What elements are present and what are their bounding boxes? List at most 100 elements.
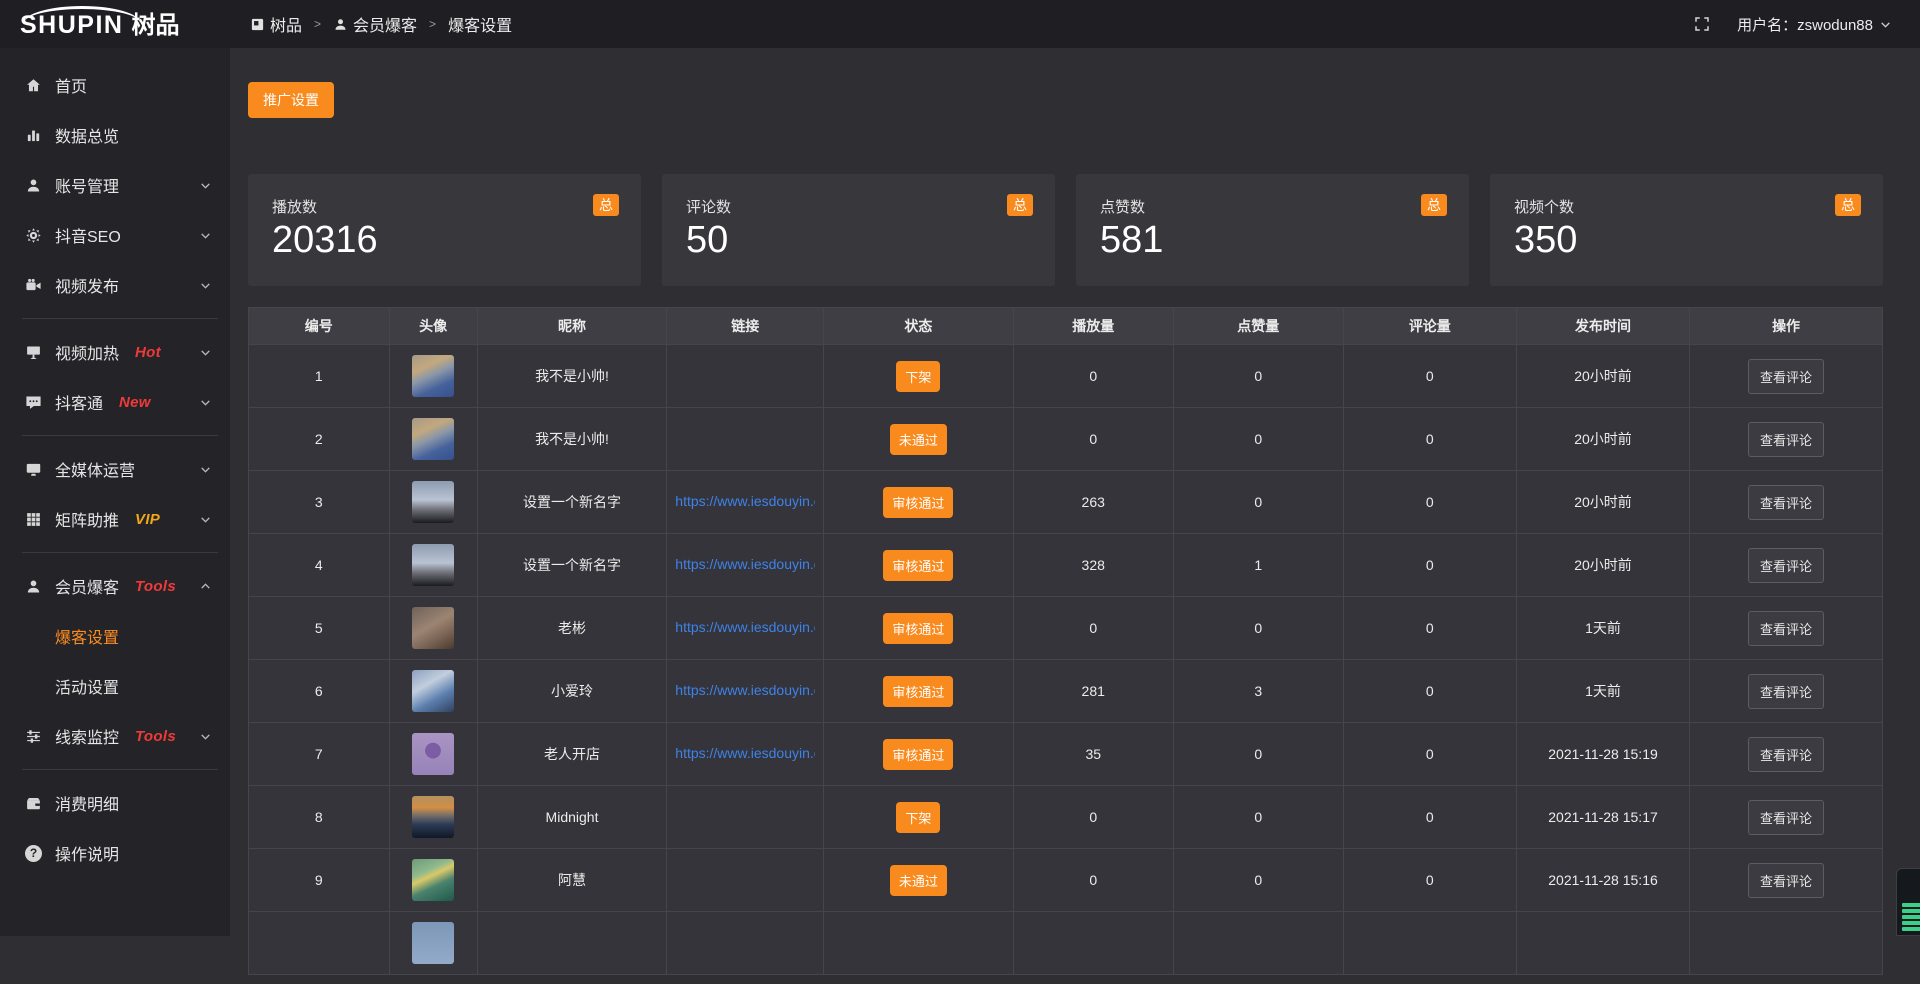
logo-arc [24, 6, 140, 40]
cell-actions: 查看评论 [1690, 660, 1883, 723]
stat-card-value: 50 [686, 220, 1031, 262]
cell-status: 下架 [824, 345, 1014, 408]
cell-id: 3 [249, 471, 390, 534]
sidebar-item-matrix-boost[interactable]: 矩阵助推 VIP [0, 494, 230, 544]
breadcrumb-item-member-baoke[interactable]: 会员爆客 [333, 12, 417, 36]
sidebar-item-data-overview[interactable]: 数据总览 [0, 110, 230, 160]
video-link[interactable]: https://www.iesdouyin.c [675, 556, 815, 572]
view-comments-button[interactable]: 查看评论 [1748, 359, 1824, 394]
table-row: 5老彬https://www.iesdouyin.c审核通过0001天前查看评论 [249, 597, 1883, 660]
cell-nickname: 设置一个新名字 [477, 534, 667, 597]
cell-likes: 0 [1173, 597, 1343, 660]
floating-meter-widget[interactable] [1896, 868, 1920, 936]
cell-actions: 查看评论 [1690, 723, 1883, 786]
sidebar-item-label: 矩阵助推 [55, 507, 119, 531]
chart-icon [25, 127, 42, 144]
chevron-down-icon [199, 463, 212, 476]
cell-link [667, 849, 824, 912]
girl-avatar [412, 670, 454, 712]
cell [667, 912, 824, 975]
sidebar-item-label: 首页 [55, 73, 87, 97]
sidebar-item-badge: Hot [135, 344, 161, 361]
cell-status: 审核通过 [824, 660, 1014, 723]
cell-id: 4 [249, 534, 390, 597]
cell-comments: 0 [1343, 597, 1516, 660]
view-comments-button[interactable]: 查看评论 [1748, 485, 1824, 520]
sidebar-subitem-activity-settings[interactable]: 活动设置 [0, 661, 230, 711]
breadcrumb-item-shupin[interactable]: 树品 [250, 12, 302, 36]
grid-icon [25, 511, 42, 528]
fullscreen-icon[interactable] [1693, 15, 1711, 33]
view-comments-button[interactable]: 查看评论 [1748, 674, 1824, 709]
cell-likes: 0 [1173, 471, 1343, 534]
cell-plays: 0 [1013, 849, 1173, 912]
cell-link [667, 408, 824, 471]
cell-plays: 0 [1013, 786, 1173, 849]
sidebar-item-omni-media[interactable]: 全媒体运营 [0, 444, 230, 494]
sidebar-item-badge: VIP [135, 511, 160, 528]
sidebar-item-label: 抖客通 [55, 390, 103, 414]
view-comments-button[interactable]: 查看评论 [1748, 863, 1824, 898]
cell-avatar [389, 408, 477, 471]
view-comments-button[interactable]: 查看评论 [1748, 422, 1824, 457]
video-link[interactable]: https://www.iesdouyin.c [675, 682, 815, 698]
cell-publish-time: 2021-11-28 15:16 [1516, 849, 1689, 912]
table-row: 8Midnight下架0002021-11-28 15:17查看评论 [249, 786, 1883, 849]
meter-segment [1902, 921, 1920, 925]
view-comments-button[interactable]: 查看评论 [1748, 800, 1824, 835]
sidebar-item-label: 会员爆客 [55, 574, 119, 598]
chevron-down-icon [199, 346, 212, 359]
status-badge: 审核通过 [883, 550, 953, 581]
sidebar-item-account-management[interactable]: 账号管理 [0, 160, 230, 210]
sliders-icon [25, 728, 42, 745]
video-link[interactable]: https://www.iesdouyin.c [675, 745, 815, 761]
topbar-right: 用户名：zswodun88 [1693, 14, 1920, 35]
breadcrumb-item-baoke-settings[interactable]: 爆客设置 [448, 12, 512, 36]
sidebar-item-video-heating[interactable]: 视频加热 Hot [0, 327, 230, 377]
sidebar-item-video-publish[interactable]: 视频发布 [0, 260, 230, 310]
breadcrumb-separator: > [429, 17, 436, 31]
cell-plays: 0 [1013, 408, 1173, 471]
cell-publish-time: 20小时前 [1516, 408, 1689, 471]
sidebar-item-douketong[interactable]: 抖客通 New [0, 377, 230, 427]
status-badge: 未通过 [890, 424, 947, 455]
sidebar-item-home[interactable]: 首页 [0, 60, 230, 110]
breadcrumb-label: 爆客设置 [448, 12, 512, 36]
sidebar-item-member-baoke[interactable]: 会员爆客Tools [0, 561, 230, 611]
sidebar-item-badge: New [119, 394, 151, 411]
sidebar-item-badge: Tools [135, 728, 176, 745]
view-comments-button[interactable]: 查看评论 [1748, 737, 1824, 772]
chevron-down-icon [199, 279, 212, 292]
video-link[interactable]: https://www.iesdouyin.c [675, 493, 815, 509]
username-menu[interactable]: 用户名：zswodun88 [1737, 14, 1892, 35]
green-avatar [412, 859, 454, 901]
sidebar-item-label: 视频加热 [55, 340, 119, 364]
promo-settings-button[interactable]: 推广设置 [248, 82, 334, 118]
view-comments-button[interactable]: 查看评论 [1748, 611, 1824, 646]
sidebar-divider [22, 435, 218, 436]
column-header: 发布时间 [1516, 308, 1689, 345]
stat-card-value: 350 [1514, 220, 1859, 262]
purple-cartoon-avatar [412, 733, 454, 775]
chevron-down-icon [199, 396, 212, 409]
screen-icon [25, 344, 42, 361]
view-comments-button[interactable]: 查看评论 [1748, 548, 1824, 583]
video-link[interactable]: https://www.iesdouyin.c [675, 619, 815, 635]
stat-card-label: 评论数 [686, 196, 1031, 217]
cell [1013, 912, 1173, 975]
cell-nickname: Midnight [477, 786, 667, 849]
video-icon [25, 277, 42, 294]
sidebar-item-douyin-seo[interactable]: 抖音SEO [0, 210, 230, 260]
cell-id: 6 [249, 660, 390, 723]
stat-card-label: 视频个数 [1514, 196, 1859, 217]
sidebar-subitem-baoke-settings[interactable]: 爆客设置 [0, 611, 230, 661]
cell-plays: 0 [1013, 345, 1173, 408]
cell [1173, 912, 1343, 975]
sidebar-item-consumption-detail[interactable]: 消费明细 [0, 778, 230, 828]
sidebar-item-clue-monitor[interactable]: 线索监控Tools [0, 711, 230, 761]
cell-plays: 263 [1013, 471, 1173, 534]
sidebar-item-operation-guide[interactable]: ?操作说明 [0, 828, 230, 878]
chevron-down-icon [1879, 18, 1892, 31]
videos-table-wrap: 编号头像昵称链接状态播放量点赞量评论量发布时间操作 1我不是小帅!下架00020… [248, 307, 1883, 975]
cell-actions: 查看评论 [1690, 786, 1883, 849]
